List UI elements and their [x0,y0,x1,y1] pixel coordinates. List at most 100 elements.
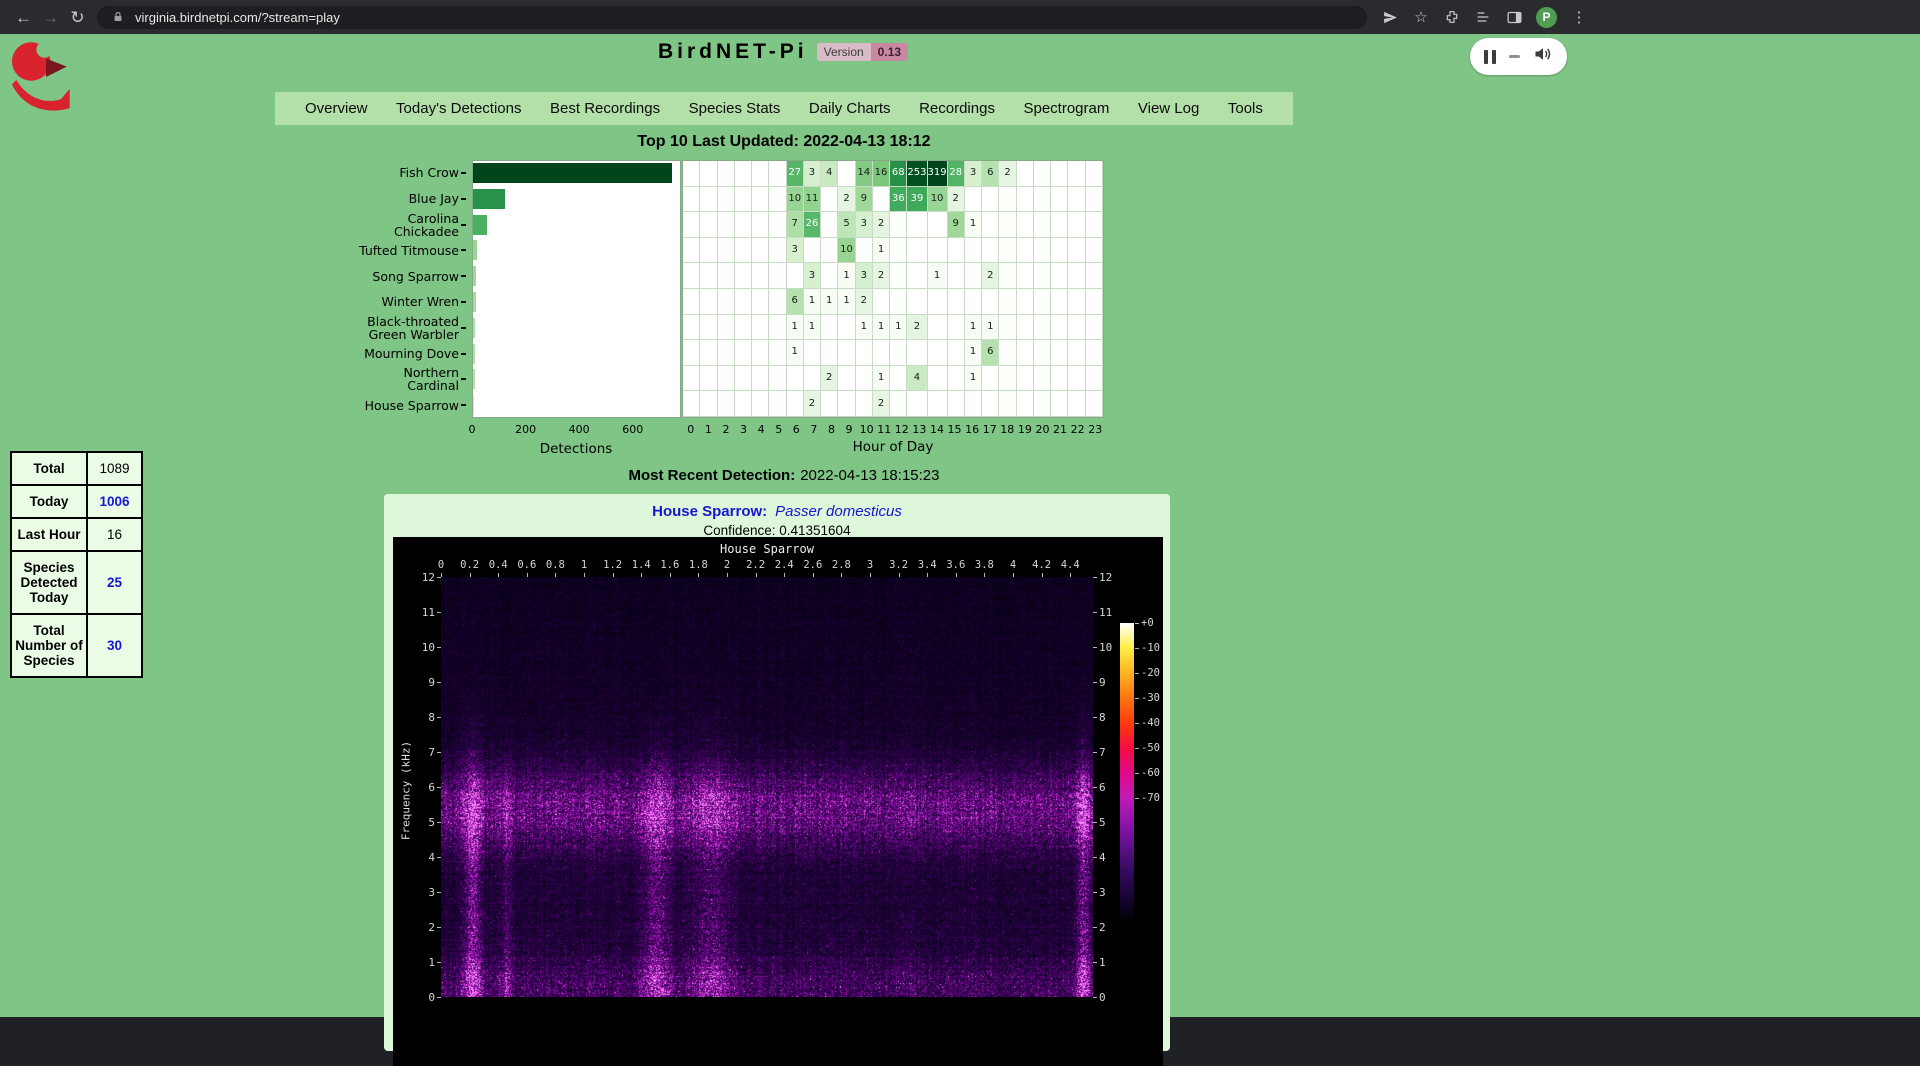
spectrogram-colorbar [1120,623,1134,923]
hour-tick: 17 [983,423,997,436]
audio-player [1470,38,1567,75]
stats-table: Total1089Today1006Last Hour16Species Det… [10,451,143,678]
heatmap-cell: 1 [856,315,873,341]
heatmap-cell [965,187,982,213]
forward-button[interactable]: → [37,4,64,31]
heatmap-cell [769,161,786,187]
hour-tick: 22 [1071,423,1085,436]
bar [473,292,476,312]
heatmap-cell: 1 [804,289,821,315]
tick-mark [698,573,699,577]
stat-value[interactable]: 30 [87,614,142,677]
tick-mark [1093,647,1097,648]
stat-value[interactable]: 1006 [87,485,142,518]
colorbar-tick-label: -40 [1141,717,1160,729]
freq-tick-label: 7 [1099,746,1106,759]
nav-item-view-log[interactable]: View Log [1132,100,1205,117]
heatmap-cell: 6 [982,340,999,366]
table-row: Total Number of Species30 [11,614,142,677]
tick-mark [1135,748,1139,749]
heatmap-cell: 6 [982,161,999,187]
heatmap-cell: 2 [948,187,965,213]
extensions-puzzle-icon[interactable] [1443,8,1461,26]
back-button[interactable]: ← [10,4,37,31]
hour-tick: 19 [1018,423,1032,436]
confidence-value: 0.41351604 [779,523,850,538]
bar-xtick: 400 [569,423,590,436]
heatmap-cell [718,187,735,213]
nav-item-tools[interactable]: Tools [1222,100,1269,117]
heatmap-cell: 1 [838,263,855,289]
heatmap-cell [1051,212,1068,238]
heatmap-cell: 1 [787,315,804,341]
stat-value[interactable]: 25 [87,551,142,614]
heatmap-cell [683,263,700,289]
heatmap-cell [928,212,948,238]
url-bar[interactable]: virginia.birdnetpi.com/?stream=play [97,6,1367,29]
detection-common-name[interactable]: House Sparrow: [652,503,767,520]
heatmap-cell: 5 [838,212,855,238]
bar [473,240,477,260]
heatmap-cell [890,289,907,315]
time-tick-label: 2.4 [775,559,794,571]
volume-icon[interactable] [1533,44,1553,69]
axis-tick [461,249,466,251]
profile-avatar[interactable]: P [1536,7,1557,28]
heatmap-cell [752,289,769,315]
tick-mark [1093,787,1097,788]
heatmap-cell [856,366,873,392]
send-icon[interactable] [1381,8,1399,26]
reading-list-icon[interactable] [1474,8,1492,26]
heatmap-cell [700,289,717,315]
tick-mark [527,573,528,577]
heatmap-cell [821,212,838,238]
nav-item-overview[interactable]: Overview [299,100,374,117]
tick-mark [437,682,441,683]
nav-item-spectrogram[interactable]: Spectrogram [1017,100,1115,117]
tick-mark [1135,773,1139,774]
freq-tick-label: 2 [393,921,435,934]
heatmap-cell [718,161,735,187]
heatmap-cell [999,391,1016,417]
pause-button[interactable] [1484,50,1496,64]
heatmap-cell [1068,187,1085,213]
tick-mark [437,717,441,718]
heatmap-cell [1051,263,1068,289]
time-tick-label: 1.2 [603,559,622,571]
browser-menu-icon[interactable]: ⋮ [1570,8,1588,26]
side-panel-icon[interactable] [1505,8,1523,26]
version-badge: Version 0.13 [817,43,908,61]
tick-mark [1093,892,1097,893]
heatmap-cell [1068,289,1085,315]
seek-bar[interactable] [1509,55,1520,58]
heatmap-cell [1086,238,1103,264]
table-row: Today1006 [11,485,142,518]
colorbar-tick-label: -60 [1141,767,1160,779]
heatmap-cell [769,289,786,315]
hour-tick: 2 [722,423,729,436]
freq-tick-label: 8 [1099,711,1106,724]
heatmap-cell [821,391,838,417]
nav-item-recordings[interactable]: Recordings [913,100,1001,117]
reload-button[interactable]: ↻ [64,4,91,31]
hour-tick: 8 [828,423,835,436]
heatmap-cell [752,187,769,213]
nav-item-daily-charts[interactable]: Daily Charts [803,100,897,117]
nav-item-best-recordings[interactable]: Best Recordings [544,100,666,117]
freq-tick-label: 4 [1099,851,1106,864]
detection-scientific-name[interactable]: Passer domesticus [775,503,902,520]
hour-tick: 0 [687,423,694,436]
heatmap-cell [718,289,735,315]
tick-mark [813,573,814,577]
bar-xtick: 0 [469,423,476,436]
bookmark-star-icon[interactable]: ☆ [1412,8,1430,26]
heatmap-cell: 1 [965,340,982,366]
table-row: Total1089 [11,452,142,485]
heatmap-cell: 27 [787,161,804,187]
bar-xtick: 600 [622,423,643,436]
tick-mark [437,612,441,613]
heatmap-cell [821,315,838,341]
species-label: Blue Jay [296,186,466,212]
nav-item-species-stats[interactable]: Species Stats [683,100,787,117]
nav-item-today-s-detections[interactable]: Today's Detections [390,100,527,117]
